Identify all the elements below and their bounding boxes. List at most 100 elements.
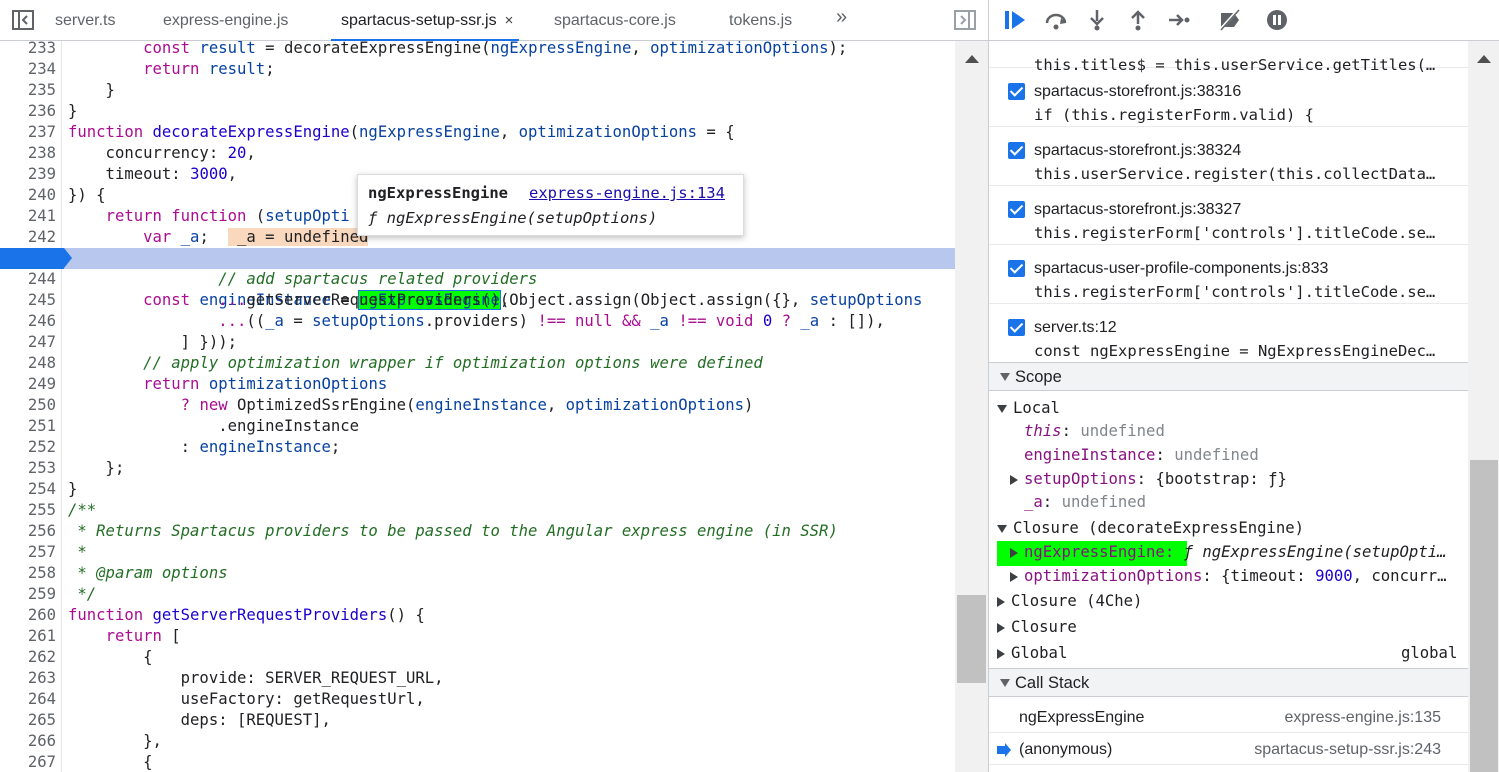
breakpoint-checkbox[interactable]: [1008, 201, 1025, 218]
expand-triangle-icon[interactable]: [997, 596, 1005, 607]
breakpoint-checkbox[interactable]: [1008, 260, 1025, 277]
call-stack-title: Call Stack: [1015, 674, 1090, 692]
scope-global-node[interactable]: Global: [997, 642, 1067, 665]
breakpoint-item[interactable]: this.titles$ = this.userService.getTitle…: [989, 41, 1468, 74]
breakpoint-item[interactable]: spartacus-storefront.js:38316 if (this.r…: [989, 68, 1468, 127]
step-into-icon[interactable]: [1085, 9, 1109, 31]
breakpoint-item[interactable]: spartacus-storefront.js:38327 this.regis…: [989, 186, 1468, 245]
tab-label: tokens.js: [729, 12, 793, 29]
debugger-panels: this.titles$ = this.userService.getTitle…: [989, 41, 1468, 772]
collapse-icon: [1000, 679, 1010, 687]
scope-closure-node[interactable]: Closure (4Che): [997, 590, 1142, 613]
scope-property[interactable]: optimizationOptions: {timeout: 9000, con…: [1010, 565, 1447, 588]
scope-property[interactable]: this: undefined: [1024, 420, 1165, 443]
code-line: 237 function decorateExpressEngine(ngExpr…: [27, 123, 735, 141]
code-line: 267 {: [27, 753, 153, 771]
scope-property[interactable]: engineInstance: undefined: [1024, 444, 1259, 467]
scroll-up-icon[interactable]: [1477, 55, 1491, 63]
call-frame-name: ngExpressEngine: [1019, 709, 1145, 726]
expand-triangle-icon[interactable]: [1010, 547, 1018, 558]
code-line: 251 .engineInstance: [27, 417, 360, 435]
debugger-toolbar: [989, 0, 1499, 41]
execution-line-marker[interactable]: [0, 248, 72, 269]
tab-spartacus-core-js[interactable]: spartacus-core.js: [554, 0, 676, 41]
scope-property[interactable]: _a: undefined: [1024, 491, 1146, 514]
code-line: 238 concurrency: 20,: [27, 144, 256, 162]
code-line: 265 deps: [REQUEST],: [27, 711, 331, 729]
scope-local-node[interactable]: Local: [997, 397, 1060, 420]
breakpoint-item[interactable]: server.ts:12 const ngExpressEngine = NgE…: [989, 304, 1468, 363]
scope-global-value: global: [1401, 644, 1458, 662]
hover-popover: ngExpressEngine express-engine.js:134 ƒ …: [357, 174, 744, 236]
code-line: 263 provide: SERVER_REQUEST_URL,: [27, 669, 444, 687]
breakpoint-checkbox[interactable]: [1008, 83, 1025, 100]
toggle-debugger-icon[interactable]: [954, 10, 976, 30]
breakpoint-code: this.registerForm['controls'].titleCode.…: [1034, 224, 1436, 242]
breakpoint-checkbox[interactable]: [1008, 319, 1025, 336]
expand-triangle-icon[interactable]: [1010, 474, 1018, 485]
breakpoint-item[interactable]: spartacus-storefront.js:38324 this.userS…: [989, 127, 1468, 186]
breakpoint-code: const ngExpressEngine = NgExpressEngineD…: [1034, 342, 1436, 360]
tab-label: spartacus-setup-ssr.js: [341, 12, 497, 29]
step-out-icon[interactable]: [1126, 9, 1150, 31]
scope-closure-node[interactable]: Closure: [997, 616, 1077, 639]
toggle-navigator-icon[interactable]: [12, 10, 34, 30]
step-over-icon[interactable]: [1044, 9, 1068, 31]
expand-triangle-icon[interactable]: [997, 648, 1005, 659]
code-line: 236}: [27, 102, 78, 120]
tab-server-ts[interactable]: server.ts: [55, 0, 115, 41]
code-line: 254}: [27, 480, 78, 498]
scrollbar-thumb[interactable]: [957, 595, 986, 683]
code-line: 266 },: [27, 732, 162, 750]
scope-section-header[interactable]: Scope: [989, 362, 1468, 391]
tab-label: server.ts: [55, 12, 116, 29]
code-line: 233 const result = decorateExpressEngine…: [27, 41, 848, 57]
breakpoint-item[interactable]: spartacus-user-profile-components.js:833…: [989, 245, 1468, 304]
tab-express-engine-js[interactable]: express-engine.js: [163, 0, 288, 41]
code-line: 256 * Returns Spartacus providers to be …: [27, 522, 838, 540]
scope-property[interactable]: setupOptions: {bootstrap: ƒ}: [1010, 468, 1287, 491]
code-line: 250 ? new OptimizedSsrEngine(engineInsta…: [27, 396, 754, 414]
expand-triangle-icon: [997, 404, 1007, 413]
debugger-scrollbar[interactable]: [1468, 41, 1499, 772]
collapse-icon: [1000, 373, 1010, 381]
breakpoint-location: spartacus-storefront.js:38327: [1034, 201, 1242, 218]
editor-scrollbar[interactable]: [955, 41, 988, 772]
code-line: 253 };: [27, 459, 125, 477]
code-line: 259 */: [27, 585, 97, 603]
editor-tab-bar: server.ts express-engine.js spartacus-se…: [0, 0, 988, 41]
deactivate-breakpoints-icon[interactable]: [1218, 9, 1242, 31]
current-execution-line: 243 const engineInstance = ngExpressEngi…: [0, 248, 955, 310]
debugger-sidebar: this.titles$ = this.userService.getTitle…: [988, 0, 1499, 772]
resume-icon[interactable]: [1003, 9, 1027, 31]
breakpoint-location: spartacus-user-profile-components.js:833: [1034, 260, 1329, 277]
expand-triangle-icon[interactable]: [997, 622, 1005, 633]
scope-local-label: Local: [1013, 399, 1060, 417]
code-line: 257 *: [27, 543, 87, 561]
tab-tokens-js[interactable]: tokens.js: [729, 0, 792, 41]
more-tabs-icon[interactable]: »: [836, 6, 847, 29]
call-frame-location: express-engine.js:135: [1284, 709, 1441, 726]
expand-triangle-icon[interactable]: [1010, 571, 1018, 582]
code-line: 247 ] }));: [27, 333, 237, 351]
tab-label: express-engine.js: [163, 12, 289, 29]
scope-property[interactable]: ngExpressEngine: ƒ ngExpressEngine(setup…: [1010, 541, 1446, 564]
call-frame[interactable]: ngExpressEngine express-engine.js:135: [989, 703, 1468, 733]
scrollbar-thumb[interactable]: [1470, 460, 1498, 772]
code-line: 249 return optimizationOptions: [27, 375, 388, 393]
popover-source-link[interactable]: express-engine.js:134: [529, 184, 725, 202]
step-icon[interactable]: [1167, 9, 1191, 31]
scope-closure-node[interactable]: Closure (decorateExpressEngine): [997, 517, 1304, 540]
code-view[interactable]: 233 const result = decorateExpressEngine…: [0, 41, 955, 772]
pause-on-exceptions-icon[interactable]: [1265, 9, 1289, 31]
code-line: 244 // add spartacus related providers: [27, 270, 538, 288]
code-line: 261 return [: [27, 627, 181, 645]
call-stack-section-header[interactable]: Call Stack: [989, 668, 1468, 697]
call-frame-current[interactable]: (anonymous) spartacus-setup-ssr.js:243: [989, 735, 1468, 765]
scroll-up-icon[interactable]: [965, 55, 979, 63]
breakpoint-checkbox[interactable]: [1008, 142, 1025, 159]
closure-label: Closure (decorateExpressEngine): [1013, 519, 1305, 537]
close-tab-icon[interactable]: ×: [505, 12, 514, 29]
tab-spartacus-setup-ssr-js[interactable]: spartacus-setup-ssr.js ×: [331, 0, 520, 41]
code-line: 252 : engineInstance;: [27, 438, 341, 456]
